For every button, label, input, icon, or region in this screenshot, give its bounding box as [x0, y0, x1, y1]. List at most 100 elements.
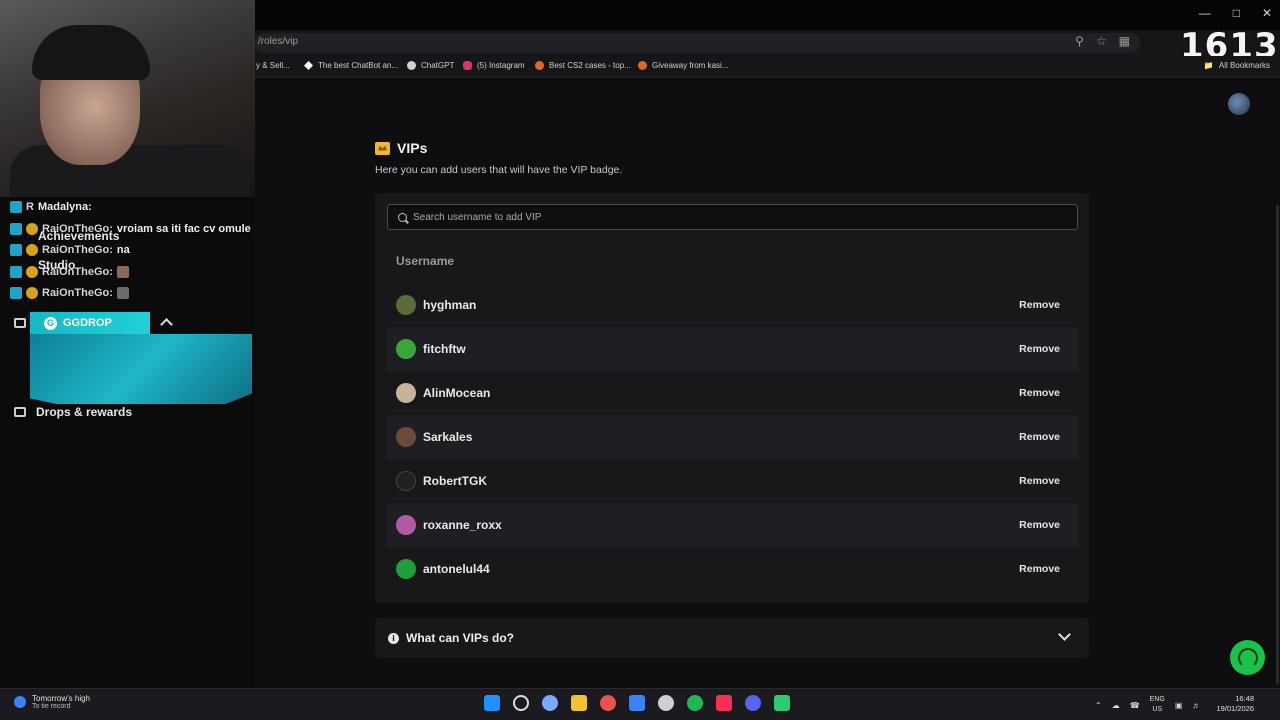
screen: — □ ✕ /roles/vip ⚲ ☆ ▦ 1613 y & Sell... … [0, 0, 1280, 720]
ggdrop-label: GGDROP [63, 317, 112, 329]
tiktok-icon[interactable] [716, 695, 732, 711]
sidebar-item-studio[interactable]: Studio [38, 258, 75, 272]
lang-bottom: US [1152, 706, 1163, 713]
chat-message: RaiOnTheGo: [10, 287, 129, 299]
instagram-icon [463, 61, 472, 70]
maximize-icon[interactable]: □ [1233, 6, 1240, 20]
remove-button[interactable]: Remove [1009, 557, 1070, 581]
steam-icon[interactable] [629, 695, 645, 711]
site-icon [638, 61, 647, 70]
bookmark-item[interactable]: ChatGPT [407, 61, 454, 70]
user-row: roxanne_roxx Remove [387, 503, 1078, 547]
bookmark-label: (5) Instagram [477, 61, 525, 70]
crown-icon [375, 141, 390, 155]
sidebar-item-drops[interactable]: Drops & rewards [14, 405, 132, 419]
all-bookmarks[interactable]: 📁 All Bookmarks [1204, 61, 1270, 70]
support-chat-button[interactable] [1230, 640, 1265, 675]
clock-date: 19/01/2026 [1216, 704, 1254, 713]
user-avatar-icon [396, 295, 416, 315]
url-text[interactable]: /roles/vip [258, 36, 298, 47]
search-icon [398, 212, 407, 222]
remove-button[interactable]: Remove [1009, 293, 1070, 317]
url-field[interactable] [255, 33, 1140, 53]
bookmark-item[interactable]: y & Sell... [256, 61, 290, 70]
search-box[interactable] [387, 204, 1078, 230]
window-controls: — □ ✕ [1199, 6, 1272, 20]
sidebar-item-label: Studio [38, 258, 76, 272]
address-icons: ⚲ ☆ ▦ [1075, 34, 1130, 48]
sub-badge-icon [26, 287, 38, 299]
language-indicator[interactable]: ENG US [1150, 695, 1165, 715]
weather-icon [14, 696, 26, 708]
remove-button[interactable]: Remove [1009, 513, 1070, 537]
mic-icon[interactable]: ☎ [1130, 701, 1140, 710]
chat-text: na [116, 244, 130, 256]
remove-button[interactable]: Remove [1009, 381, 1070, 405]
username-column-header: Username [396, 254, 455, 268]
cloud-icon[interactable]: ☁ [1112, 701, 1120, 710]
file-explorer-icon[interactable] [571, 695, 587, 711]
clock[interactable]: 16:48 19/01/2026 [1216, 694, 1254, 714]
search-input[interactable] [413, 211, 1053, 223]
badge-icon [10, 244, 22, 256]
remove-button[interactable]: Remove [1009, 469, 1070, 493]
search-icon[interactable] [513, 695, 529, 711]
zoom-icon[interactable]: ⚲ [1075, 34, 1084, 48]
volume-icon[interactable]: ♬ [1192, 701, 1200, 710]
network-icon[interactable]: ▣ [1175, 701, 1183, 710]
sidebar-item-label: Drops & rewards [36, 405, 133, 419]
chevron-up-icon[interactable]: ⌃ [1095, 701, 1102, 710]
faq-title: What can VIPs do? [406, 631, 515, 645]
app-icon[interactable] [774, 695, 790, 711]
sidebar-item-achievements[interactable]: Achievements [38, 229, 119, 243]
chat-user: RaiOnTheGo: [42, 244, 113, 256]
lang-top: ENG [1149, 696, 1165, 703]
bookmark-label: Best CS2 cases - top... [549, 61, 631, 70]
spotify-icon[interactable] [687, 695, 703, 711]
system-tray: ⌃ ☁ ☎ ENG US ▣ ♬ [1095, 695, 1200, 715]
ggdrop-banner[interactable]: G GGDROP [30, 312, 150, 334]
extension-icon[interactable]: ▦ [1119, 34, 1130, 48]
username: fitchftw [423, 342, 466, 356]
user-avatar[interactable] [1228, 93, 1250, 115]
badge-icon [10, 266, 22, 278]
bookmark-item[interactable]: Best CS2 cases - top... [535, 61, 631, 70]
sidebar-item-label: Achievements [38, 229, 120, 243]
app-icon[interactable] [658, 695, 674, 711]
discord-icon[interactable] [745, 695, 761, 711]
user-avatar-icon [396, 471, 416, 491]
chat-message: R Madalyna: [10, 201, 92, 213]
ggdrop-panel [30, 334, 252, 404]
scrollbar[interactable] [1276, 205, 1279, 685]
start-icon[interactable] [484, 695, 500, 711]
emote-icon [116, 287, 129, 299]
chrome-icon[interactable] [600, 695, 616, 711]
site-icon [535, 61, 544, 70]
remove-button[interactable]: Remove [1009, 425, 1070, 449]
user-row: Sarkales Remove [387, 415, 1078, 459]
weather-sub: To tie record [32, 703, 71, 710]
copilot-icon[interactable] [542, 695, 558, 711]
minimize-icon[interactable]: — [1199, 6, 1211, 20]
sub-badge-icon [26, 223, 38, 235]
clock-time: 16:48 [1235, 694, 1254, 703]
bookmark-item[interactable]: Giveaway from kasi... [638, 61, 728, 70]
bookmark-item[interactable]: (5) Instagram [463, 61, 525, 70]
faq-accordion[interactable]: i What can VIPs do? [375, 618, 1089, 658]
bookmark-star-icon[interactable]: ☆ [1096, 34, 1107, 48]
user-row: hyghman Remove [387, 283, 1078, 327]
badge-icon [10, 223, 22, 235]
remove-button[interactable]: Remove [1009, 337, 1070, 361]
close-icon[interactable]: ✕ [1262, 6, 1272, 20]
bookmark-label: The best ChatBot an... [318, 61, 399, 70]
chatbot-icon [304, 61, 313, 70]
emote-icon [116, 266, 129, 278]
sub-badge-icon [26, 244, 38, 256]
bookmark-item[interactable]: The best ChatBot an... [304, 61, 398, 70]
weather-widget[interactable]: Tomorrow's high To tie record [14, 694, 90, 710]
user-avatar-icon [396, 383, 416, 403]
user-row: antonelul44 Remove [387, 547, 1078, 591]
badge-icon [10, 287, 22, 299]
username: RobertTGK [423, 474, 487, 488]
user-row: RobertTGK Remove [387, 459, 1078, 503]
